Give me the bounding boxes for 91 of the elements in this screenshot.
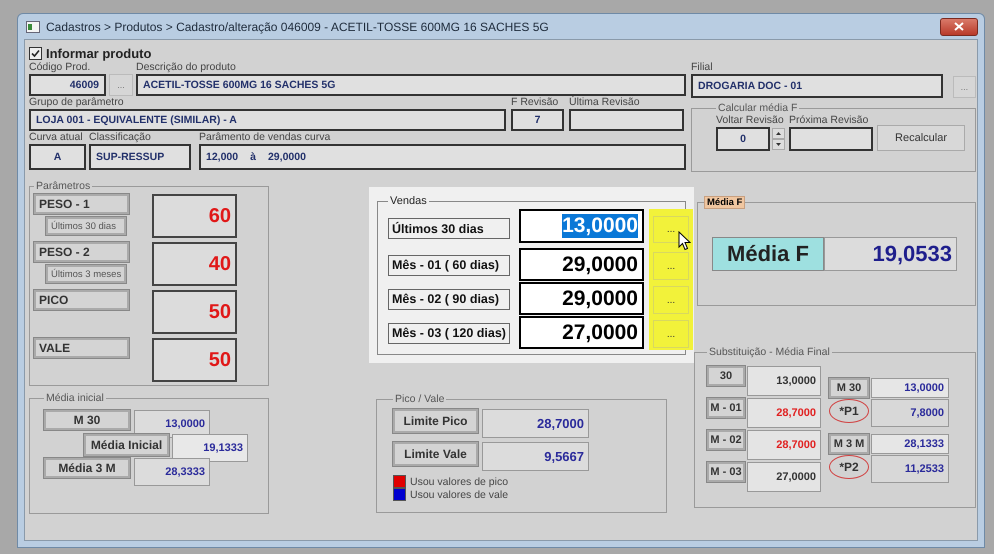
average-value-field[interactable]: 28,1333: [871, 434, 949, 454]
month-label: M - 03: [707, 462, 745, 482]
group-title: Média inicial: [45, 392, 105, 404]
month-label: M - 01: [707, 398, 745, 418]
month-label: M - 02: [707, 430, 745, 450]
branch-field[interactable]: DROGARIA DOC - 01: [691, 74, 943, 98]
group-title: Média F: [704, 196, 746, 209]
parameter-group-field[interactable]: LOJA 001 - EQUIVALENTE (SIMILAR) - A: [29, 109, 506, 131]
sales-label: Mês - 03 ( 120 dias): [388, 322, 510, 344]
group-title: Parâmetros: [35, 180, 92, 192]
average-label: *P1: [829, 399, 869, 423]
details-button[interactable]: ...: [653, 320, 689, 348]
code-field[interactable]: 46009: [29, 74, 106, 96]
close-icon: [954, 22, 964, 31]
spin-up-button[interactable]: [772, 128, 785, 139]
parameter-value-field[interactable]: 50: [152, 338, 237, 382]
spin-down-button[interactable]: [772, 139, 785, 150]
parameter-label: PESO - 2: [34, 242, 129, 262]
parameter-label: PESO - 1: [34, 194, 129, 214]
field-label: Parâmento de vendas curva: [199, 131, 332, 144]
last-revision-field[interactable]: [569, 109, 684, 131]
limit-value-field[interactable]: 9,5667: [482, 442, 589, 471]
f-revision-field[interactable]: 7: [511, 109, 564, 131]
month-value-field[interactable]: 28,7000: [747, 398, 821, 428]
limit-value-field[interactable]: 28,7000: [482, 409, 589, 438]
parameter-value-field[interactable]: 60: [152, 194, 237, 238]
field-label: Grupo de parâmetro: [29, 96, 125, 109]
sales-curve-field[interactable]: 12,000 à 29,0000: [199, 144, 686, 170]
informar-produto-checkbox[interactable]: Informar produto: [29, 45, 973, 61]
description-field[interactable]: ACETIL-TOSSE 600MG 16 SACHES 5G: [136, 74, 686, 96]
close-button[interactable]: [940, 18, 978, 36]
month-value-field[interactable]: 28,7000: [747, 430, 821, 460]
limit-label: Limite Vale: [393, 442, 478, 466]
field-label: Voltar Revisão: [716, 114, 785, 127]
parameter-value-field[interactable]: 40: [152, 242, 237, 286]
parameter-label: PICO: [34, 290, 129, 310]
field-label: Curva atual: [29, 131, 84, 144]
sales-value-field[interactable]: 27,0000: [519, 316, 644, 349]
field-label: Classificação: [89, 131, 152, 144]
sales-label: Últimos 30 dias: [388, 218, 510, 239]
mouse-cursor-icon: [678, 231, 691, 251]
parameter-value-field[interactable]: 50: [152, 290, 237, 334]
recalculate-button[interactable]: Recalcular: [877, 125, 965, 151]
sales-value-field[interactable]: 13,0000: [519, 209, 644, 243]
month-label: 30: [707, 366, 745, 386]
sales-value-field[interactable]: 29,0000: [519, 248, 644, 281]
parameter-label: VALE: [34, 338, 129, 358]
details-button[interactable]: ...: [653, 286, 689, 314]
group-title: Substituição - Média Final: [708, 346, 831, 358]
next-revision-field[interactable]: [789, 127, 873, 151]
average-label: Média Inicial: [84, 434, 169, 456]
revision-spinner-field[interactable]: 0: [716, 127, 770, 151]
checkmark-icon: [31, 48, 40, 58]
average-f-value-field[interactable]: 19,0533: [824, 237, 957, 271]
field-label: Próxima Revisão: [789, 114, 870, 127]
field-label: F Revisão: [511, 96, 560, 109]
average-f-label: Média F: [712, 237, 824, 271]
field-label: Descrição do produto: [136, 61, 237, 74]
sales-value-field[interactable]: 29,0000: [519, 282, 644, 315]
month-value-field[interactable]: 27,0000: [747, 462, 821, 492]
app-icon: [26, 20, 40, 32]
average-value-field[interactable]: 28,3333: [134, 458, 210, 486]
classification-field[interactable]: SUP-RESSUP: [89, 144, 191, 170]
field-label: Última Revisão: [569, 96, 641, 109]
field-label: Filial: [691, 61, 714, 74]
legend-label: Usou valores de vale: [410, 488, 508, 500]
average-label: M 3 M: [829, 434, 869, 454]
limit-label: Limite Pico: [393, 409, 478, 433]
average-label: Média 3 M: [44, 458, 130, 478]
curve-field[interactable]: A: [29, 144, 86, 170]
average-label: M 30: [44, 410, 130, 430]
average-label: *P2: [829, 455, 869, 479]
average-label: M 30: [829, 378, 869, 398]
sales-label: Mês - 01 ( 60 dias): [388, 254, 510, 276]
parameter-note: Últimos 30 dias: [46, 217, 126, 235]
up-arrow-icon: [776, 132, 781, 135]
window-title: Cadastros > Produtos > Cadastro/alteração 046009 - ACETIL-TOSSE 600MG 16 SACHES 5G: [46, 20, 550, 34]
group-title: Calcular média F: [717, 102, 798, 114]
details-button[interactable]: ...: [653, 252, 689, 280]
down-arrow-icon: [776, 143, 781, 146]
sales-label: Mês - 02 ( 90 dias): [388, 288, 510, 310]
average-value-field[interactable]: 13,0000: [871, 378, 949, 398]
legend-label: Usou valores de pico: [410, 476, 508, 488]
average-value-field[interactable]: 7,8000: [871, 399, 949, 427]
group-title: Pico / Vale: [394, 393, 446, 405]
average-value-field[interactable]: 11,2533: [871, 455, 949, 483]
average-value-field[interactable]: 19,1333: [172, 434, 248, 462]
group-title: Vendas: [389, 195, 428, 207]
field-label: Código Prod.: [29, 61, 92, 74]
parameter-note: Últimos 3 meses: [46, 265, 126, 283]
month-value-field[interactable]: 13,0000: [747, 366, 821, 396]
